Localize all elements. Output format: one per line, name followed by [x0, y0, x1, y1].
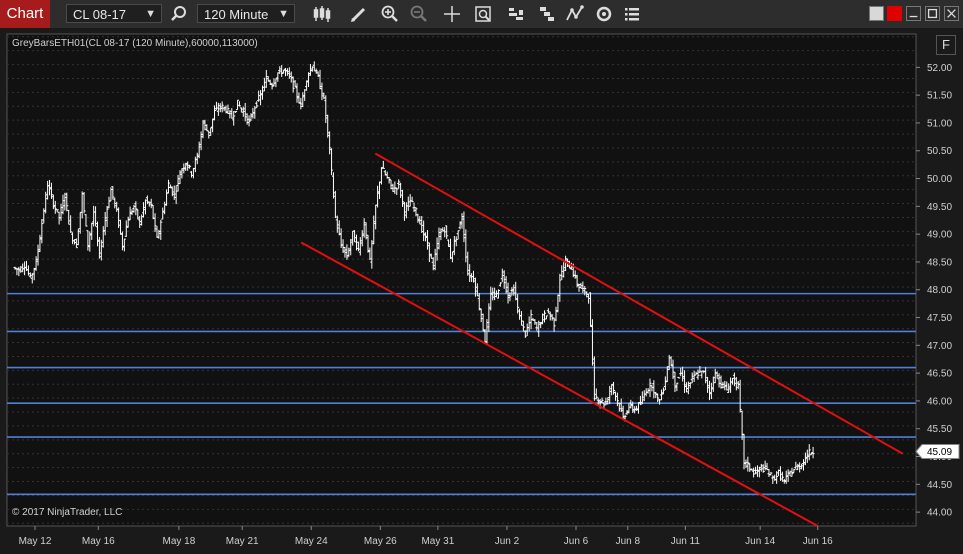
- maximize-icon[interactable]: [925, 6, 940, 21]
- color-white-button[interactable]: [869, 6, 884, 21]
- properties-icon[interactable]: [622, 4, 642, 24]
- interval-selector[interactable]: 120 Minute ▼: [197, 4, 295, 23]
- chart-toolbar: Chart CL 08-17 ▼ 120 Minute ▼: [0, 0, 963, 29]
- y-tick-label: 52.00: [927, 63, 952, 74]
- data-box-icon[interactable]: [473, 4, 493, 24]
- y-tick-label: 50.50: [927, 146, 952, 157]
- bar-type-icon[interactable]: [312, 4, 332, 24]
- x-tick-label: Jun 2: [495, 536, 520, 547]
- strategies-icon[interactable]: [537, 4, 557, 24]
- y-tick-label: 51.50: [927, 91, 952, 102]
- chart-title: GreyBarsETH01(CL 08-17 (120 Minute),6000…: [12, 38, 258, 49]
- x-tick-label: Jun 14: [745, 536, 775, 547]
- minimize-icon[interactable]: [906, 6, 921, 21]
- y-tick-label: 46.50: [927, 369, 952, 380]
- y-tick-label: 48.00: [927, 285, 952, 296]
- y-tick-label: 49.50: [927, 202, 952, 213]
- draw-icon[interactable]: [349, 4, 369, 24]
- y-tick-label: 51.00: [927, 118, 952, 129]
- y-tick-label: 47.00: [927, 341, 952, 352]
- y-tick-label: 44.00: [927, 508, 952, 519]
- last-price-label: 45.09: [927, 447, 952, 458]
- x-tick-label: May 18: [162, 536, 195, 547]
- y-tick-label: 50.00: [927, 174, 952, 185]
- zoom-in-icon[interactable]: [380, 4, 400, 24]
- indicators-icon[interactable]: [506, 4, 526, 24]
- last-price-marker: 45.09: [915, 444, 960, 460]
- reload-icon[interactable]: [594, 4, 614, 24]
- x-tick-label: May 24: [295, 536, 328, 547]
- plot-area: [6, 33, 917, 527]
- price-chart[interactable]: 44.0044.5045.0045.5046.0046.5047.0047.50…: [0, 28, 963, 554]
- y-tick-label: 48.50: [927, 257, 952, 268]
- instrument-value: CL 08-17: [73, 7, 126, 22]
- x-tick-label: May 31: [421, 536, 454, 547]
- x-tick-label: Jun 11: [671, 536, 701, 547]
- x-tick-label: May 26: [364, 536, 397, 547]
- interval-value: 120 Minute: [204, 7, 269, 22]
- chart-properties-button[interactable]: F: [936, 35, 956, 55]
- close-icon[interactable]: [944, 6, 959, 21]
- color-red-button[interactable]: [887, 6, 902, 21]
- zoom-out-icon[interactable]: [409, 4, 429, 24]
- copyright-label: © 2017 NinjaTrader, LLC: [12, 507, 122, 518]
- x-tick-label: Jun 6: [564, 536, 589, 547]
- y-tick-label: 47.50: [927, 313, 952, 324]
- x-tick-label: Jun 16: [803, 536, 833, 547]
- search-icon[interactable]: [169, 4, 189, 24]
- y-tick-label: 44.50: [927, 480, 952, 491]
- chevron-down-icon: ▼: [145, 8, 156, 20]
- x-tick-label: May 12: [19, 536, 52, 547]
- y-tick-label: 46.00: [927, 396, 952, 407]
- chevron-down-icon: ▼: [278, 8, 289, 20]
- chart-trader-icon[interactable]: [565, 4, 585, 24]
- x-tick-label: Jun 8: [616, 536, 641, 547]
- y-tick-label: 49.00: [927, 230, 952, 241]
- x-tick-label: May 16: [82, 536, 115, 547]
- instrument-selector[interactable]: CL 08-17 ▼: [66, 4, 162, 23]
- y-tick-label: 45.50: [927, 424, 952, 435]
- crosshair-icon[interactable]: [442, 4, 462, 24]
- chart-tab[interactable]: Chart: [0, 0, 50, 28]
- x-tick-label: May 21: [226, 536, 259, 547]
